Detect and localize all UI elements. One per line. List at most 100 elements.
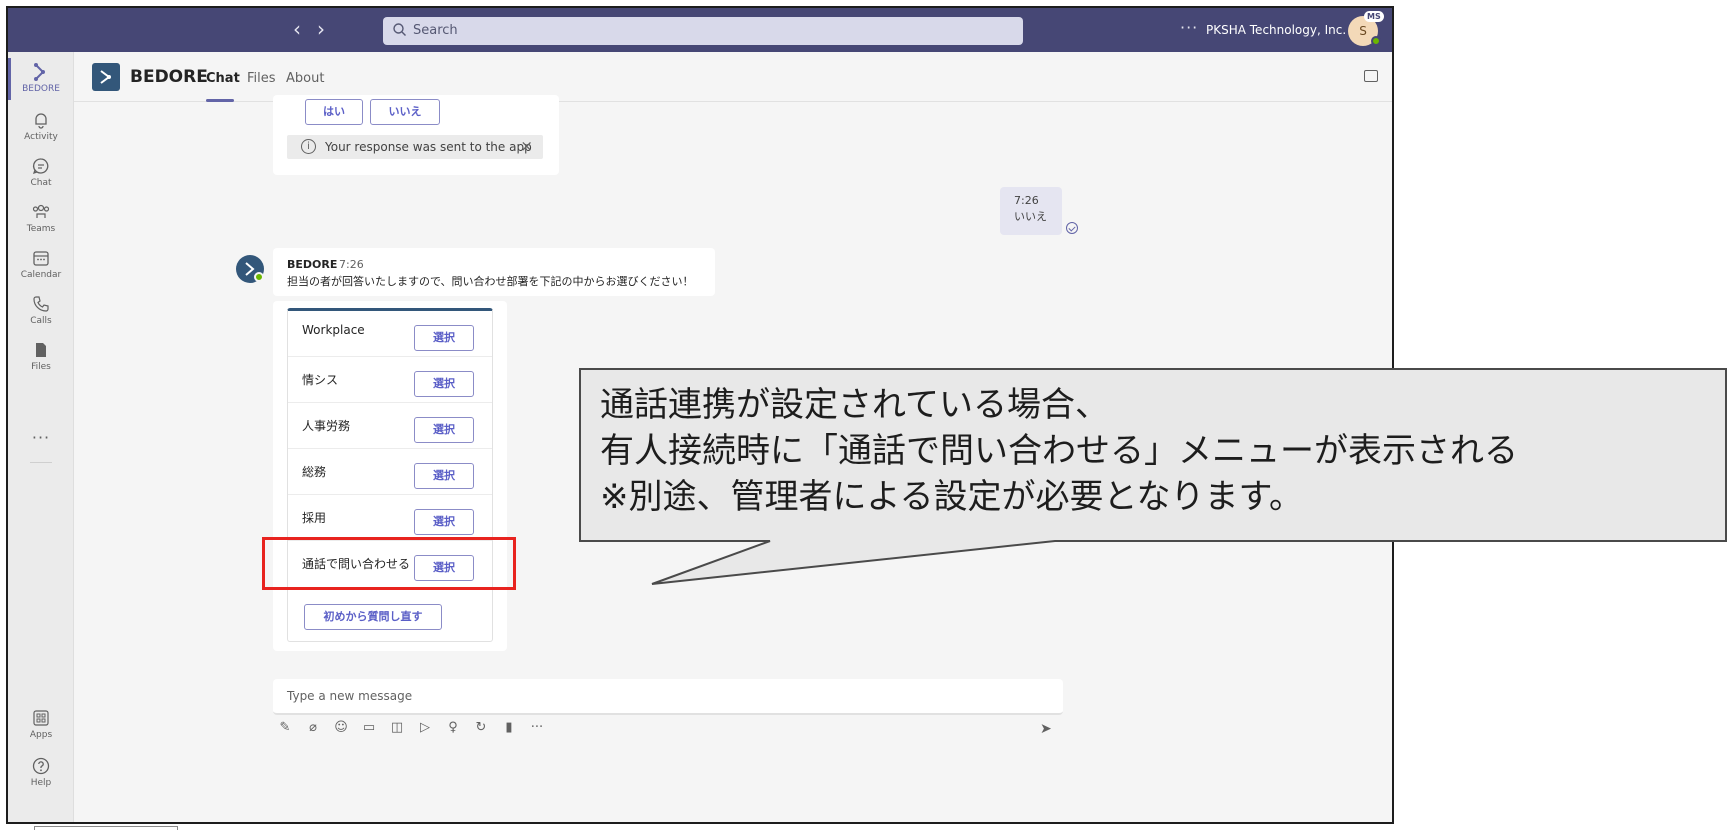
back-arrow-icon[interactable]: ‹: [286, 18, 308, 40]
rail-item-calendar[interactable]: Calendar: [8, 242, 74, 290]
response-sent-note: i Your response was sent to the app ×: [287, 135, 543, 159]
callout-line: ※別途、管理者による設定が必要となります。: [600, 477, 1304, 517]
department-menu-card: Workplace 選択 情シス 選択 人事労務 選択 総務 選択 採用 選択 …: [273, 301, 507, 651]
menu-row-label: 採用: [302, 511, 327, 525]
message-text: 担当の者が回答いたしますので、問い合わせ部署を下記の中からお選びください！: [287, 275, 694, 288]
response-sent-text: Your response was sent to the app: [325, 140, 532, 154]
apps-grid-icon: [33, 710, 49, 726]
select-button[interactable]: 選択: [414, 509, 474, 535]
menu-row-label: 情シス: [302, 373, 339, 387]
restart-button[interactable]: 初めから質問し直す: [304, 604, 442, 630]
rail-item-teams[interactable]: Teams: [8, 196, 74, 244]
sender-name: BEDORE: [287, 258, 338, 271]
my-message: 7:26 いいえ: [1000, 187, 1062, 235]
app-icon[interactable]: ▮: [500, 719, 518, 737]
menu-row-label: 人事労務: [302, 419, 351, 433]
composer-toolbar: ✎ ⌀ ☺ ▭ ◫ ▷ ♀ ↻ ▮ ··· ➤: [276, 719, 1066, 743]
highlight-box: [262, 537, 516, 590]
select-button[interactable]: 選択: [414, 417, 474, 443]
footer-box: [34, 826, 178, 830]
rail-item-activity[interactable]: Activity: [8, 104, 74, 152]
rail-item-label: Chat: [30, 178, 52, 188]
file-icon: [36, 343, 46, 357]
attach-icon[interactable]: ⌀: [304, 719, 322, 737]
select-button[interactable]: 選択: [414, 371, 474, 397]
more-options-icon[interactable]: ···: [1180, 18, 1198, 37]
chat-bubble-icon: [32, 158, 49, 175]
send-icon[interactable]: ➤: [1040, 721, 1052, 737]
bot-message: BEDORE 7:26 担当の者が回答いたしますので、問い合わせ部署を下記の中か…: [273, 248, 715, 296]
app-title: BEDORE: [130, 67, 208, 87]
tab-about[interactable]: About: [286, 71, 324, 86]
rail-item-files[interactable]: Files: [8, 334, 74, 382]
org-name[interactable]: PKSHA Technology, Inc.: [1206, 23, 1346, 37]
help-icon: [32, 757, 50, 775]
rail-item-label: Apps: [29, 730, 53, 740]
rail-item-label: Help: [30, 778, 52, 788]
read-receipt-icon: [1066, 222, 1078, 234]
menu-row-label: Workplace: [302, 323, 365, 337]
rail-item-calls[interactable]: Calls: [8, 288, 74, 336]
more-apps-icon[interactable]: ···: [528, 719, 546, 737]
rail-item-label: Activity: [24, 132, 58, 142]
close-icon[interactable]: ×: [520, 137, 533, 155]
tab-files[interactable]: Files: [247, 71, 276, 86]
meet-now-icon[interactable]: ▷: [416, 719, 434, 737]
teams-people-icon: [32, 204, 50, 218]
rail-item-bedore[interactable]: BEDORE: [8, 56, 74, 104]
callout-line: 通話連携が設定されている場合、: [600, 385, 1109, 425]
top-bar: ‹ › Search ··· PKSHA Technology, Inc. S …: [8, 8, 1392, 52]
yes-button[interactable]: はい: [305, 99, 363, 125]
menu-row: 人事労務 選択: [288, 403, 492, 449]
menu-row: 情シス 選択: [288, 357, 492, 403]
message-composer[interactable]: Type a new message: [273, 679, 1063, 715]
presence-available-icon: [254, 272, 264, 282]
praise-icon[interactable]: ♀: [444, 719, 462, 737]
rail-divider: [30, 462, 52, 463]
message-text: いいえ: [1014, 210, 1047, 223]
rail-item-label: Files: [31, 362, 51, 372]
loop-icon[interactable]: ↻: [472, 719, 490, 737]
rail-item-chat[interactable]: Chat: [8, 150, 74, 198]
no-button[interactable]: いいえ: [370, 99, 440, 125]
rail-item-label: Calendar: [20, 270, 62, 280]
message-time: 7:26: [1014, 194, 1039, 207]
app-header: BEDORE Chat Files About: [74, 52, 1392, 102]
previous-card: はい いいえ i Your response was sent to the a…: [273, 95, 559, 175]
composer-placeholder: Type a new message: [287, 689, 413, 703]
forward-arrow-icon[interactable]: ›: [310, 18, 332, 40]
rail-item-label: Calls: [30, 316, 52, 326]
select-button[interactable]: 選択: [414, 463, 474, 489]
sticker-icon[interactable]: ◫: [388, 719, 406, 737]
bedore-app-logo-icon: [92, 63, 120, 91]
presence-available-icon: [1371, 36, 1381, 46]
bedore-logo-icon: [34, 63, 45, 81]
callout-text: 通話連携が設定されている場合、 有人接続時に「通話で問い合わせる」メニューが表示…: [600, 382, 1720, 520]
select-button[interactable]: 選択: [414, 325, 474, 351]
gif-icon[interactable]: ▭: [360, 719, 378, 737]
menu-row-label: 総務: [302, 465, 327, 479]
emoji-icon[interactable]: ☺: [332, 719, 350, 737]
active-tab-indicator: [206, 99, 234, 102]
avatar-badge: MS: [1364, 11, 1384, 22]
tab-chat[interactable]: Chat: [206, 71, 240, 86]
rail-more-icon[interactable]: ···: [8, 428, 74, 447]
callout-line: 有人接続時に「通話で問い合わせる」メニューが表示される: [600, 431, 1518, 471]
search-icon: [393, 23, 406, 36]
menu-row: Workplace 選択: [288, 311, 492, 357]
pop-out-icon[interactable]: [1364, 70, 1378, 82]
search-input[interactable]: Search: [383, 17, 1023, 45]
rail-item-label: BEDORE: [22, 84, 60, 94]
rail-item-label: Teams: [26, 224, 56, 234]
info-icon: i: [301, 139, 316, 154]
menu-row: 総務 選択: [288, 449, 492, 495]
search-placeholder: Search: [413, 23, 458, 38]
format-icon[interactable]: ✎: [276, 719, 294, 737]
app-rail: BEDORE Activity Chat Teams Calendar Call…: [8, 52, 74, 822]
rail-item-apps[interactable]: Apps: [8, 702, 74, 750]
rail-item-help[interactable]: Help: [8, 750, 74, 798]
menu-card-body: Workplace 選択 情シス 選択 人事労務 選択 総務 選択 採用 選択 …: [287, 308, 493, 642]
bell-icon: [35, 113, 47, 129]
message-time: 7:26: [339, 258, 364, 271]
calendar-icon: [33, 251, 49, 266]
